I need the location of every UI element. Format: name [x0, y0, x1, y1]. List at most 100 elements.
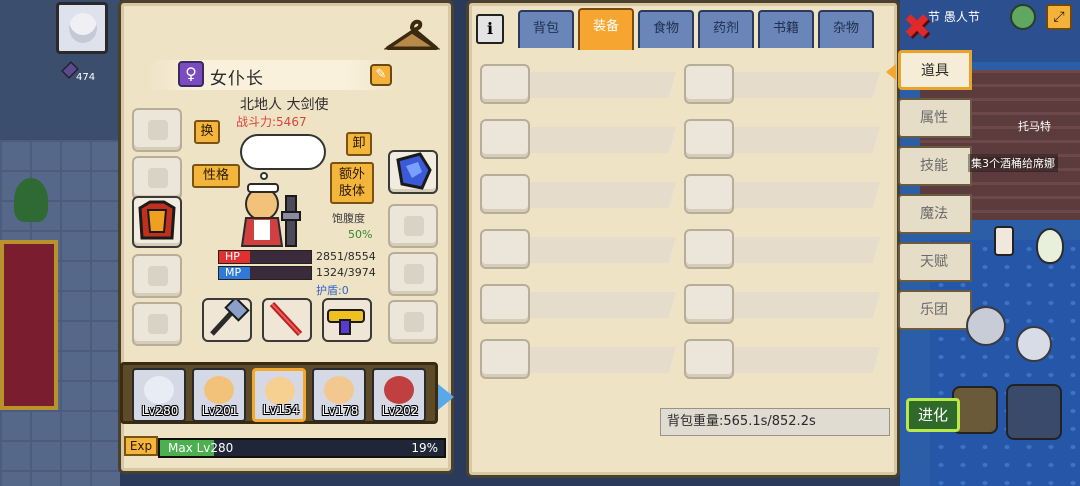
combat-power: 战斗力:5467	[236, 115, 307, 129]
inventory-tab[interactable]: 药剂	[698, 10, 754, 48]
mp-label: MP	[225, 266, 242, 279]
ring-slot[interactable]	[388, 252, 438, 296]
search-icon[interactable]	[1016, 326, 1052, 362]
party-member-card[interactable]: Lv178	[312, 368, 366, 422]
equipment-slot[interactable]	[684, 64, 880, 104]
equipment-slot[interactable]	[684, 284, 880, 324]
blue-cape-icon	[396, 152, 432, 190]
side-menu-item[interactable]: 乐团	[898, 290, 972, 330]
side-menu-item[interactable]: 技能	[898, 146, 972, 186]
ring-icon	[404, 264, 424, 284]
trinket-slot[interactable]	[388, 300, 438, 344]
equipment-slot[interactable]	[684, 174, 880, 214]
equipment-slot[interactable]	[480, 64, 676, 104]
egg-icon[interactable]	[1036, 228, 1064, 264]
party-member-portrait	[204, 376, 234, 404]
equipment-slot-box	[480, 64, 530, 104]
equipment-slot[interactable]	[480, 229, 676, 269]
exp-bar: Max Lv280 19%	[158, 438, 446, 458]
party-member-level: Lv202	[381, 404, 419, 418]
gloves-icon	[148, 266, 168, 286]
equipment-slot[interactable]	[480, 174, 676, 214]
weapon-slot-gun[interactable]	[322, 298, 372, 342]
party-member-portrait	[144, 376, 174, 404]
event-banner-text: 节 愚人节	[928, 10, 980, 24]
extra-limb-button[interactable]: 额外 肢体	[330, 162, 374, 204]
equipment-slot-box	[480, 284, 530, 324]
equipment-slot-box	[480, 174, 530, 214]
side-menu-item[interactable]: 道具	[898, 50, 972, 90]
equipment-slot-rail	[528, 292, 676, 318]
equipment-slot[interactable]	[684, 119, 880, 159]
gear-icon[interactable]	[966, 306, 1006, 346]
party-member-card[interactable]: Lv202	[372, 368, 426, 422]
character-name: 女仆长	[210, 69, 264, 89]
equipment-slot-rail	[732, 72, 880, 98]
necklace-slot[interactable]	[388, 204, 438, 248]
party-member-card[interactable]: Lv280	[132, 368, 186, 422]
satiety-label: 饱腹度	[332, 212, 365, 225]
party-member-card[interactable]: Lv154	[252, 368, 306, 422]
war-hammer-icon	[210, 296, 250, 336]
party-next-arrow-icon[interactable]	[438, 384, 454, 410]
side-menu-item[interactable]: 天赋	[898, 242, 972, 282]
cape-slot-equipped[interactable]	[388, 150, 438, 194]
party-member-level: Lv178	[321, 404, 359, 418]
equipment-slot-box	[684, 339, 734, 379]
equipment-slot-rail	[528, 72, 676, 98]
side-menu-item[interactable]: 属性	[898, 98, 972, 138]
accessory-icon	[148, 168, 168, 188]
equipment-slot-rail	[732, 237, 880, 263]
inventory-tab[interactable]: 杂物	[818, 10, 874, 48]
quest-tracker-text[interactable]: 集3个酒桶给席娜	[968, 154, 1058, 172]
boots-slot[interactable]	[132, 302, 182, 346]
side-menu-item[interactable]: 魔法	[898, 194, 972, 234]
info-icon[interactable]: i	[476, 14, 504, 44]
party-member-card[interactable]: Lv201	[192, 368, 246, 422]
equipment-slot[interactable]	[684, 229, 880, 269]
inventory-tab[interactable]: 装备	[578, 8, 634, 50]
evolve-button[interactable]: 进化	[906, 398, 960, 432]
party-member-level: Lv280	[141, 404, 179, 418]
armor-slot-equipped[interactable]	[132, 196, 182, 248]
close-icon[interactable]: ✖	[900, 10, 934, 46]
equipment-slot[interactable]	[480, 339, 676, 379]
satiety-value: 50%	[348, 228, 373, 241]
npc-name-label: 托马特	[1018, 120, 1051, 133]
equipment-slot-box	[480, 119, 530, 159]
helmet-slot[interactable]	[132, 108, 182, 152]
side-menu-pointer-icon	[886, 64, 896, 80]
weapon-slot-sword[interactable]	[262, 298, 312, 342]
party-member-portrait	[384, 376, 414, 404]
player-avatar[interactable]	[56, 2, 108, 54]
accessory-slot[interactable]	[132, 156, 182, 200]
gloves-slot[interactable]	[132, 254, 182, 298]
inventory-tab[interactable]: 书籍	[758, 10, 814, 48]
hp-label: HP	[225, 250, 240, 263]
equipment-slot-rail	[528, 127, 676, 153]
equipment-slot-box	[684, 284, 734, 324]
inventory-tab[interactable]: 食物	[638, 10, 694, 48]
exp-level-text: Max Lv280	[168, 441, 234, 455]
bow-icon[interactable]	[1006, 384, 1062, 440]
golden-gun-icon	[327, 309, 365, 335]
equipment-slot-box	[684, 229, 734, 269]
backpack-weight: 背包重量:565.1s/852.2s	[660, 408, 890, 436]
inventory-tab[interactable]: 背包	[518, 10, 574, 48]
hanger-icon[interactable]	[384, 16, 440, 58]
expand-icon[interactable]: ⤢	[1046, 4, 1072, 30]
globe-icon[interactable]	[1010, 4, 1036, 30]
equipment-slot[interactable]	[480, 119, 676, 159]
equipment-slot-rail	[732, 127, 880, 153]
equipment-slot[interactable]	[480, 284, 676, 324]
bottle-icon[interactable]	[994, 226, 1014, 256]
equipment-slot[interactable]	[684, 339, 880, 379]
weapon-slot-hammer[interactable]	[202, 296, 252, 342]
hp-bar: HP	[218, 250, 312, 264]
equipment-slot-rail	[732, 347, 880, 373]
swap-button[interactable]: 换	[194, 120, 220, 144]
potted-plant-icon	[14, 178, 48, 222]
edit-name-icon[interactable]: ✎	[370, 64, 392, 86]
equipment-slot-box	[684, 64, 734, 104]
unequip-button[interactable]: 卸	[346, 132, 372, 156]
